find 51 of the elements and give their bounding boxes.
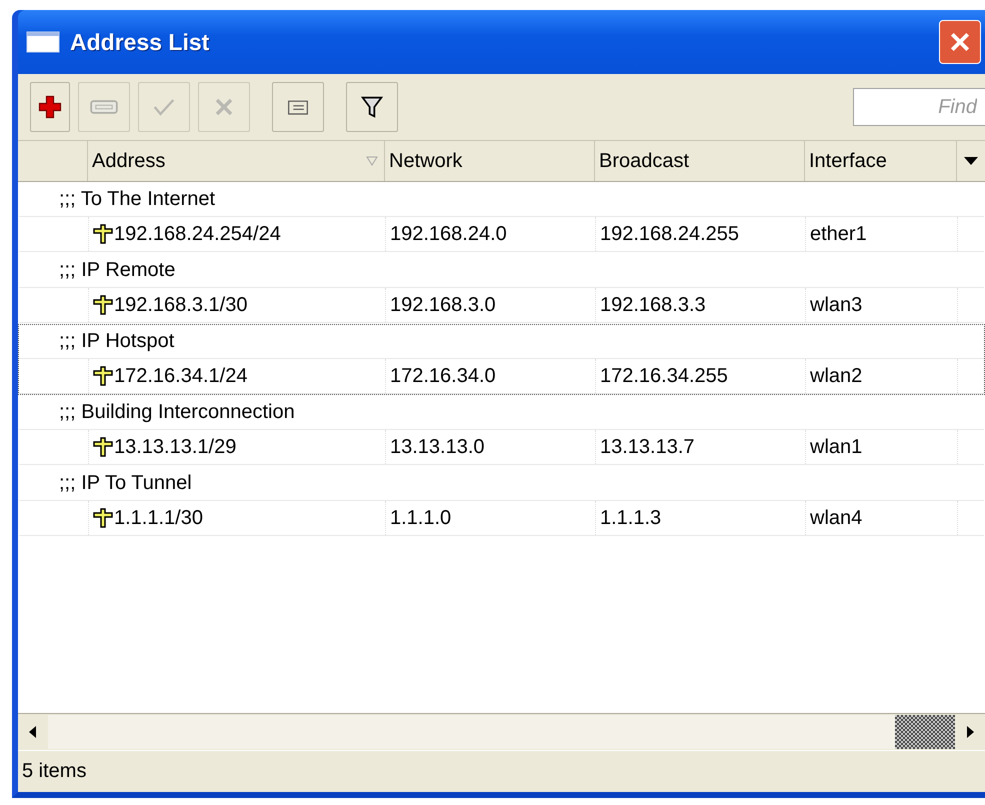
table-cell: 192.168.24.0 bbox=[390, 222, 507, 246]
table-cell: 172.16.34.255 bbox=[600, 364, 728, 388]
table-cell: wlan1 bbox=[810, 436, 862, 458]
comment-text: ;;; IP Remote bbox=[59, 259, 176, 282]
table-cell: 192.168.3.3 bbox=[600, 294, 706, 316]
column-header[interactable]: Interface bbox=[805, 141, 957, 181]
table-cell: wlan2 bbox=[810, 364, 862, 388]
table-cell: 1.1.1.3 bbox=[600, 506, 662, 530]
column-header[interactable]: Address bbox=[88, 141, 385, 181]
table-cell: 192.168.24.254/24 bbox=[114, 222, 281, 246]
filter-button[interactable] bbox=[346, 82, 398, 132]
scroll-thumb[interactable] bbox=[895, 715, 955, 749]
table-cell: 192.168.3.1/30 bbox=[114, 294, 248, 316]
table-cell: wlan4 bbox=[810, 506, 862, 530]
address-icon bbox=[93, 365, 113, 387]
status-bar: 5 items bbox=[18, 750, 985, 792]
table-row[interactable]: 172.16.34.1/24 172.16.34.0 172.16.34.255 wlan2 bbox=[19, 359, 984, 394]
table-cell: wlan3 bbox=[810, 294, 862, 316]
table-cell: 13.13.13.7 bbox=[600, 436, 695, 458]
comment-text: ;;; IP Hotspot bbox=[59, 330, 174, 353]
table-cell: 13.13.13.1/29 bbox=[114, 436, 236, 458]
table-cell: 1.1.1.0 bbox=[390, 506, 452, 530]
close-icon bbox=[949, 31, 971, 53]
table-row[interactable]: 1.1.1.1/30 1.1.1.0 1.1.1.3 wlan4 bbox=[19, 501, 984, 536]
table-cell: 1.1.1.1/30 bbox=[114, 506, 203, 530]
table-cell: 172.16.34.1/24 bbox=[114, 364, 248, 388]
address-icon bbox=[93, 223, 113, 245]
address-icon bbox=[93, 436, 113, 458]
caret-icon bbox=[964, 156, 978, 166]
horizontal-scrollbar[interactable] bbox=[18, 713, 985, 750]
plus-icon bbox=[36, 93, 64, 121]
address-icon bbox=[93, 507, 113, 529]
table-cell: 13.13.13.0 bbox=[390, 436, 485, 458]
table-row[interactable]: 192.168.3.1/30 192.168.3.0 192.168.3.3 wlan3 bbox=[19, 288, 984, 323]
column-header[interactable]: Network bbox=[385, 141, 595, 181]
comment-text: ;;; To The Internet bbox=[59, 188, 216, 211]
window-title: Address List bbox=[70, 28, 210, 56]
close-button[interactable] bbox=[939, 20, 981, 64]
window-icon bbox=[26, 31, 60, 53]
table-cell: 192.168.3.0 bbox=[390, 294, 496, 316]
column-header[interactable]: Broadcast bbox=[595, 141, 805, 181]
table-cell: ether1 bbox=[810, 222, 867, 246]
table-cell: 172.16.34.0 bbox=[390, 364, 496, 388]
table-cell: 192.168.24.255 bbox=[600, 222, 740, 246]
table-row[interactable]: 13.13.13.1/29 13.13.13.0 13.13.13.7 wlan1 bbox=[19, 430, 984, 465]
address-icon bbox=[93, 294, 113, 316]
comment-button[interactable] bbox=[272, 82, 324, 132]
table-row[interactable]: 192.168.24.254/24 192.168.24.0 192.168.24.255 ether1 bbox=[19, 217, 984, 252]
comment-text: ;;; IP To Tunnel bbox=[59, 472, 192, 495]
comment-text: ;;; Building Interconnection bbox=[59, 401, 295, 424]
add-button[interactable] bbox=[30, 82, 70, 132]
